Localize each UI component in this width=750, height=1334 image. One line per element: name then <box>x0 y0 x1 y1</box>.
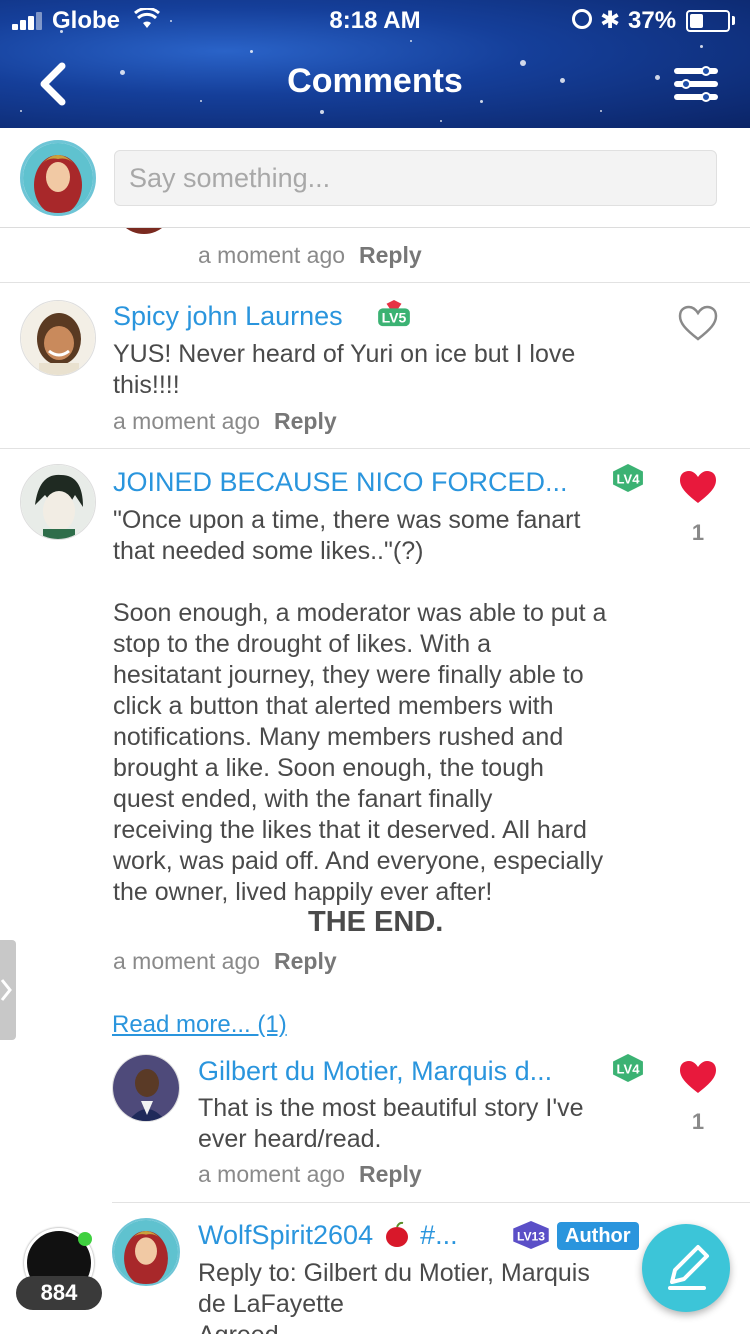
reply-button[interactable]: Reply <box>359 242 422 268</box>
divider <box>0 282 750 283</box>
avatar[interactable] <box>114 228 174 234</box>
author-tag: #... <box>420 1220 458 1250</box>
avatar[interactable] <box>20 300 96 376</box>
like-count: 1 <box>691 1109 705 1134</box>
battery-cap <box>732 16 735 25</box>
online-count: 884 <box>16 1276 102 1310</box>
comment-time: a moment ago <box>198 242 346 268</box>
comment-text: YUS! Never heard of Yuri on ice but I lo… <box>113 340 576 399</box>
reply-button[interactable]: Reply <box>359 1161 422 1187</box>
status-bar: Globe 8:18 AM ✱ 37% <box>0 0 750 42</box>
bluetooth-icon: ✱ <box>600 7 621 34</box>
svg-text:LV5: LV5 <box>382 309 407 325</box>
avatar[interactable] <box>20 464 96 540</box>
online-indicator <box>78 1232 92 1246</box>
comment-time: a moment ago <box>198 1161 346 1187</box>
pencil-icon <box>668 1245 709 1290</box>
level-badge: LV4 <box>613 464 643 492</box>
svg-text:LV13: LV13 <box>517 1230 545 1244</box>
comment-meta: a moment ago Reply <box>113 408 337 435</box>
divider <box>0 448 750 449</box>
svg-text:LV4: LV4 <box>617 472 641 487</box>
comment-text: "Once upon a time, there was some fanart… <box>113 506 607 906</box>
comment-author[interactable]: JOINED BECAUSE NICO FORCED... <box>113 467 568 498</box>
avatar[interactable] <box>112 1218 180 1286</box>
reply-button[interactable]: Reply <box>274 948 337 974</box>
author-badge: Author <box>557 1222 639 1250</box>
apple-icon <box>385 1221 409 1247</box>
comment-author[interactable]: Gilbert du Motier, Marquis d... <box>198 1056 552 1087</box>
avatar[interactable] <box>112 1054 180 1122</box>
divider <box>112 1202 750 1203</box>
svg-text:LV4: LV4 <box>617 1062 641 1077</box>
comment-author[interactable]: WolfSpirit2604 #... <box>198 1220 458 1251</box>
compose-button[interactable] <box>642 1224 730 1312</box>
reply-button[interactable]: Reply <box>274 408 337 434</box>
side-drawer-handle[interactable] <box>0 940 16 1040</box>
comment-meta: a moment ago Reply <box>198 1161 422 1188</box>
read-more-link[interactable]: Read more... (1) <box>112 1011 287 1039</box>
my-avatar[interactable] <box>20 140 96 216</box>
battery-percent: 37% <box>628 7 677 34</box>
like-heart-filled-icon[interactable] <box>677 1058 719 1096</box>
online-members-bubble[interactable]: 884 <box>14 1228 104 1318</box>
level-badge: LV4 <box>613 1054 643 1082</box>
comment-meta: a moment ago Reply <box>198 242 422 269</box>
page-title: Comments <box>287 62 463 100</box>
like-count: 1 <box>691 520 705 545</box>
comment-ending: THE END. <box>308 906 444 938</box>
comment-time: a moment ago <box>113 948 261 974</box>
comment-input[interactable] <box>114 150 717 206</box>
battery-icon <box>686 10 730 32</box>
comment-list: a moment ago Reply Spicy john Laurnes LV5… <box>0 228 750 1334</box>
comment-author[interactable]: Spicy john Laurnes <box>113 301 343 332</box>
comment-text: Reply to: Gilbert du Motier, Marquis de … <box>198 1259 590 1334</box>
comment-text: That is the most beautiful story I've ev… <box>198 1094 584 1153</box>
filter-menu-icon[interactable] <box>672 64 720 104</box>
comment-time: a moment ago <box>113 408 261 434</box>
level-badge: LV5 <box>378 300 410 327</box>
comment-composer <box>0 128 750 228</box>
like-heart-filled-icon[interactable] <box>677 468 719 506</box>
author-name: WolfSpirit2604 <box>198 1220 374 1250</box>
app-header: Globe 8:18 AM ✱ 37% Comments <box>0 0 750 128</box>
like-heart-outline-icon[interactable] <box>677 304 719 342</box>
alarm-icon <box>572 9 592 29</box>
comment-meta: a moment ago Reply <box>113 948 337 975</box>
level-badge: LV13 <box>513 1221 549 1249</box>
